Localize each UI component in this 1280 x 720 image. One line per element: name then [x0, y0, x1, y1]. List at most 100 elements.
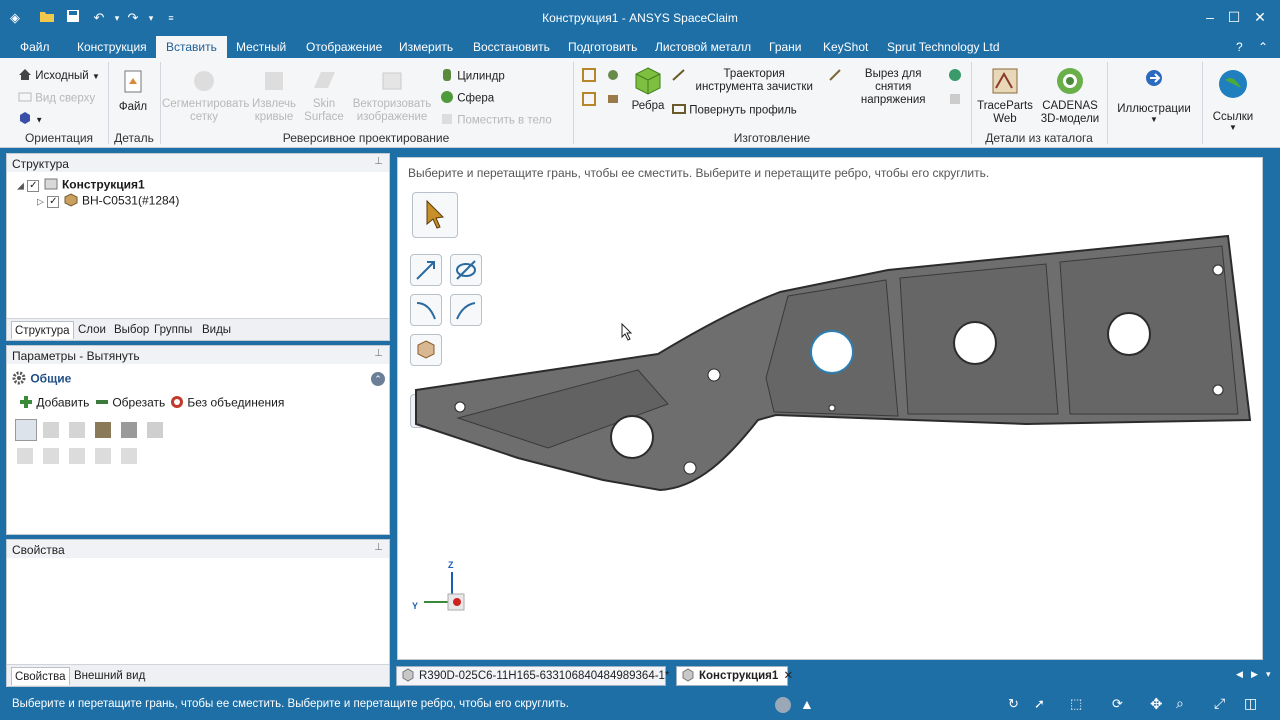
tab-layers[interactable]: Слои [75, 321, 109, 339]
tab-selection[interactable]: Выбор [111, 321, 152, 339]
view-cube-status-icon[interactable]: ◫ [1244, 695, 1257, 712]
tab-properties[interactable]: Свойства [11, 667, 70, 685]
menu-prepare[interactable]: Подготовить [562, 36, 643, 58]
cut-option[interactable]: Обрезать [95, 395, 165, 412]
option-icon-1[interactable] [17, 448, 33, 464]
selection-filter-icon[interactable] [775, 697, 791, 713]
document-tab-r390d[interactable]: R390D-025C6-11H165-633106840484989364-1* [396, 666, 669, 688]
design-doc-icon [401, 668, 415, 688]
rotate-profile-button[interactable]: Повернуть профиль [672, 102, 797, 119]
options-panel-header: Параметры - Вытянуть ⊥ [7, 346, 389, 364]
status-bar: Выберите и перетащите грань, чтобы ее см… [0, 690, 1280, 720]
box-select-icon[interactable]: ⬚ [1070, 696, 1082, 712]
menu-repair[interactable]: Восстановить [467, 36, 556, 58]
bend-icon[interactable] [582, 92, 596, 109]
traceparts-button[interactable]: TraceParts Web [975, 66, 1035, 126]
part-small-hole-4 [1212, 384, 1224, 396]
illustrations-button[interactable]: Иллюстрации ▼ [1112, 68, 1196, 124]
3d-viewport[interactable]: Выберите и перетащите грань, чтобы ее см… [397, 157, 1263, 660]
links-button[interactable]: Ссылки ▼ [1206, 68, 1260, 132]
menu-insert[interactable]: Вставить [156, 36, 227, 58]
collapse-icon[interactable]: ◢ [17, 181, 24, 191]
plan-view-button[interactable]: Вид сверху [18, 91, 95, 106]
cadenas-button[interactable]: CADENAS 3D-модели [1038, 66, 1102, 126]
expand-ribbon-icon[interactable]: ⌃ [1252, 36, 1274, 58]
weld-icon[interactable] [606, 92, 620, 109]
cylinder-button[interactable]: Цилиндр [440, 68, 505, 85]
option-icon-4[interactable] [95, 448, 111, 464]
tab-appearance[interactable]: Внешний вид [71, 667, 148, 685]
stress-relief-cut-button[interactable]: Вырез для снятия напряжения [828, 68, 941, 107]
tree-child-node[interactable]: ▷ ✓ BH-C0531(#1284) [37, 193, 179, 210]
menu-file[interactable]: Файл [14, 36, 56, 58]
insert-file-button[interactable]: Файл [116, 68, 150, 113]
menu-faces[interactable]: Грани [763, 36, 808, 58]
unfold-icon[interactable] [582, 68, 596, 85]
tool-path-button[interactable]: Траектория инструмента зачистки [672, 68, 819, 94]
cube-icon [18, 111, 32, 128]
menu-design[interactable]: Конструкция [71, 36, 153, 58]
close-button[interactable]: ✕ [1248, 6, 1272, 28]
extract-curves-button[interactable]: Извлечь кривые [250, 68, 298, 124]
document-tab-construction1[interactable]: Конструкция1 ✕ [676, 666, 793, 686]
part-model[interactable] [398, 158, 1264, 661]
menu-sprut[interactable]: Sprut Technology Ltd [881, 36, 1006, 58]
home-view-button[interactable]: Исходный ▼ [18, 68, 100, 84]
globe-icon[interactable] [948, 68, 962, 85]
spin-icon[interactable]: ↻ [1008, 696, 1019, 712]
zoom-extents-icon[interactable]: ⤢ [1214, 695, 1225, 712]
select-tool-icon[interactable] [15, 419, 37, 441]
sheet-icon[interactable] [606, 68, 620, 85]
options-panel: Параметры - Вытянуть ⊥ Общие ⌃ Добавить … [6, 345, 390, 535]
tab-structure[interactable]: Структура [11, 321, 74, 339]
blend-icon[interactable] [147, 422, 163, 438]
option-icon-3[interactable] [69, 448, 85, 464]
menu-sheet-metal[interactable]: Листовой металл [649, 36, 757, 58]
option-icon-2[interactable] [43, 448, 59, 464]
fit-solid-button[interactable]: Поместить в тело [440, 112, 552, 129]
warning-icon[interactable]: ▲ [800, 696, 814, 712]
help-icon[interactable]: ? [1230, 36, 1249, 58]
revolve-icon[interactable] [95, 422, 111, 438]
segment-mesh-button[interactable]: Сегментировать сетку [162, 68, 249, 124]
disabled-tool-icon[interactable] [948, 92, 962, 109]
pull-both-icon[interactable] [69, 422, 85, 438]
tab-groups[interactable]: Группы [151, 321, 195, 339]
restore-button[interactable]: ☐ [1222, 6, 1246, 28]
visibility-checkbox[interactable]: ✓ [47, 195, 60, 208]
skin-surface-button[interactable]: Skin Surface [302, 68, 346, 124]
minimize-button[interactable]: – [1198, 6, 1222, 28]
pin-icon[interactable]: ⊥ [374, 156, 383, 167]
menu-keyshot[interactable]: KeyShot [817, 36, 874, 58]
zoom-icon[interactable]: ⌕ [1176, 695, 1184, 712]
visibility-checkbox[interactable]: ✓ [27, 179, 40, 192]
direction-icon[interactable] [43, 422, 59, 438]
sweep-icon[interactable] [121, 422, 137, 438]
add-option[interactable]: Добавить [19, 395, 89, 412]
tab-list-icon[interactable]: ▾ [1266, 669, 1271, 680]
option-icon-5[interactable] [121, 448, 137, 464]
scroll-right-icon[interactable]: ▶ [1251, 669, 1258, 680]
tree-root-node[interactable]: ◢ ✓ Конструкция1 [17, 177, 145, 194]
menu-local[interactable]: Местный [230, 36, 292, 58]
pan-icon[interactable]: ✥ [1150, 695, 1163, 713]
expand-icon[interactable]: ▷ [37, 197, 44, 207]
ribbon: Исходный ▼ Вид сверху ▼ Ориентация Файл … [0, 58, 1280, 148]
pin-icon[interactable]: ⊥ [374, 542, 383, 553]
pin-icon[interactable]: ⊥ [374, 348, 383, 359]
orbit-icon[interactable]: ⟳ [1112, 696, 1123, 712]
no-merge-option[interactable]: Без объединения [170, 395, 284, 412]
select-mode-icon[interactable]: ➚ [1034, 696, 1045, 712]
sphere-button[interactable]: Сфера [440, 90, 494, 107]
tab-views[interactable]: Виды [199, 321, 234, 339]
close-tab-icon[interactable]: ✕ [784, 670, 794, 682]
options-section-general[interactable]: Общие [11, 370, 71, 389]
vectorize-image-button[interactable]: Векторизовать изображение [350, 68, 434, 124]
view-cube-button[interactable]: ▼ [18, 111, 43, 128]
part-small-hole-2 [683, 461, 697, 475]
collapse-section-icon[interactable]: ⌃ [371, 372, 385, 386]
ribs-button[interactable]: Ребра [630, 66, 666, 112]
scroll-left-icon[interactable]: ◀ [1236, 669, 1243, 680]
menu-measure[interactable]: Измерить [393, 36, 459, 58]
menu-display[interactable]: Отображение [300, 36, 388, 58]
